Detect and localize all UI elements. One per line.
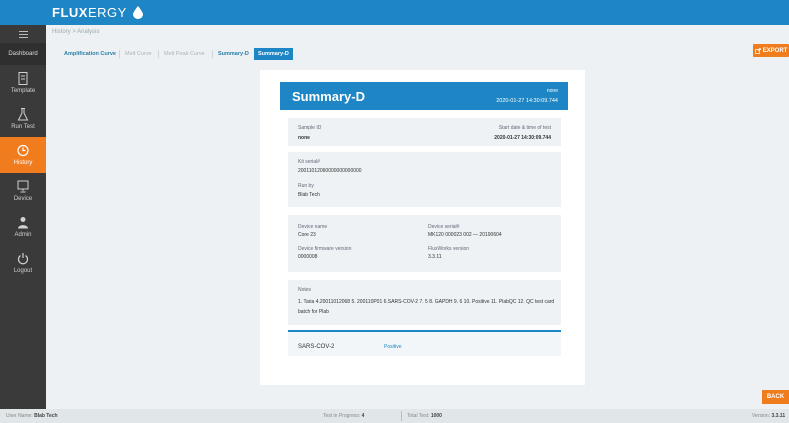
tab-bar: Amplification Curve Melt Curve Melt Peak… xyxy=(46,45,789,60)
tab-amplification-curve[interactable]: Amplification Curve xyxy=(60,48,120,60)
tab-divider xyxy=(212,50,213,58)
notes-value: 1. Taria 4.20011012068 5. 200110P01 6.SA… xyxy=(298,299,555,315)
total-status: Total Test: 1000 xyxy=(407,413,442,419)
sample-id-label: Sample ID xyxy=(298,125,322,131)
document-icon xyxy=(18,72,28,85)
sidebar-item-dashboard[interactable]: Dashboard xyxy=(0,43,46,65)
sidebar-item-admin[interactable]: Admin xyxy=(0,209,46,245)
version-status: Version: 3.3.11 xyxy=(752,413,786,419)
export-button[interactable]: EXPORT xyxy=(753,44,789,57)
sidebar-item-label: History xyxy=(13,160,33,166)
device-serial-label: Device serial# xyxy=(428,224,460,230)
device-name-label: Device name xyxy=(298,224,328,230)
export-icon xyxy=(754,47,761,54)
header-timestamp: 2020-01-27 14:30:09.744 xyxy=(496,98,558,104)
fluxworks-value: 3.3.11 xyxy=(428,254,442,260)
kit-serial-label: Kit serial# xyxy=(298,159,320,165)
device-serial-value: MK120 000023 002 — 20190604 xyxy=(428,232,502,238)
notes-label: Notes xyxy=(298,287,312,293)
sidebar-item-label: Admin xyxy=(14,232,32,238)
kit-serial-value: 20011012060000000000000 xyxy=(298,168,362,174)
export-label: EXPORT xyxy=(762,47,788,54)
start-label: Start date & time of test xyxy=(498,125,551,131)
sidebar-item-label: Run Test xyxy=(11,124,35,130)
firmware-label: Device firmware version xyxy=(298,246,352,252)
report-header: Summary-D none 2020-01-27 14:30:09.744 xyxy=(280,82,568,110)
device-info-card: Device name Core 23 Device serial# MK120… xyxy=(288,215,561,272)
result-value: Positive xyxy=(384,344,402,350)
user-status: User Name: Blab Tech xyxy=(6,413,58,419)
power-icon xyxy=(17,253,29,265)
status-bar: User Name: Blab Tech Test in Progress: 4… xyxy=(0,409,789,423)
start-value: 2020-01-27 14:30:09.744 xyxy=(494,135,551,141)
device-name-value: Core 23 xyxy=(298,232,316,238)
sample-info-card: Sample ID none Start date & time of test… xyxy=(288,118,561,146)
tab-summary-d-active[interactable]: Summary-D xyxy=(254,48,293,60)
tab-divider xyxy=(119,50,120,58)
tab-summary-d[interactable]: Summary-D xyxy=(214,48,253,60)
fluxworks-label: FluxWorks version xyxy=(428,246,470,252)
run-by-label: Run by xyxy=(298,183,314,189)
progress-status: Test in Progress: 4 xyxy=(323,413,365,419)
hamburger-icon xyxy=(18,30,28,38)
sidebar-item-run-test[interactable]: Run Test xyxy=(0,101,46,137)
kit-info-card: Kit serial# 20011012060000000000000 Run … xyxy=(288,152,561,207)
sidebar-item-label: Template xyxy=(10,88,36,94)
status-divider xyxy=(401,411,402,421)
sidebar-item-history[interactable]: History xyxy=(0,137,46,173)
clock-icon xyxy=(17,144,29,157)
droplet-icon xyxy=(132,6,143,19)
sidebar-item-template[interactable]: Template xyxy=(0,65,46,101)
breadcrumb: History > Analysis xyxy=(52,29,100,35)
tab-divider xyxy=(158,50,159,58)
sidebar-item-label: Device xyxy=(13,196,33,202)
result-row: SARS-COV-2 Positive xyxy=(288,330,561,356)
menu-toggle[interactable] xyxy=(0,25,46,43)
sidebar-item-logout[interactable]: Logout xyxy=(0,245,46,281)
top-bar: FLUXERGY xyxy=(0,0,789,25)
back-button[interactable]: BACK xyxy=(762,390,789,404)
user-icon xyxy=(18,217,28,229)
tab-melt-curve[interactable]: Melt Curve xyxy=(121,48,156,60)
result-target: SARS-COV-2 xyxy=(298,344,335,350)
notes-card: Notes 1. Taria 4.20011012068 5. 200110P0… xyxy=(288,280,561,325)
run-by-value: Blab Tech xyxy=(298,192,320,198)
sidebar: Dashboard Template Run Test History Devi… xyxy=(0,25,46,409)
firmware-value: 0000008 xyxy=(298,254,318,260)
sidebar-item-device[interactable]: Device xyxy=(0,173,46,209)
flask-icon xyxy=(17,108,29,121)
sample-id-value: none xyxy=(298,135,310,141)
app-logo: FLUXERGY xyxy=(52,5,143,20)
tab-melt-peak-curve[interactable]: Melt Peak Curve xyxy=(160,48,209,60)
header-sample-id: none xyxy=(546,88,558,94)
monitor-icon xyxy=(17,180,29,193)
sidebar-item-label: Logout xyxy=(13,268,33,274)
report-title: Summary-D xyxy=(292,89,365,104)
